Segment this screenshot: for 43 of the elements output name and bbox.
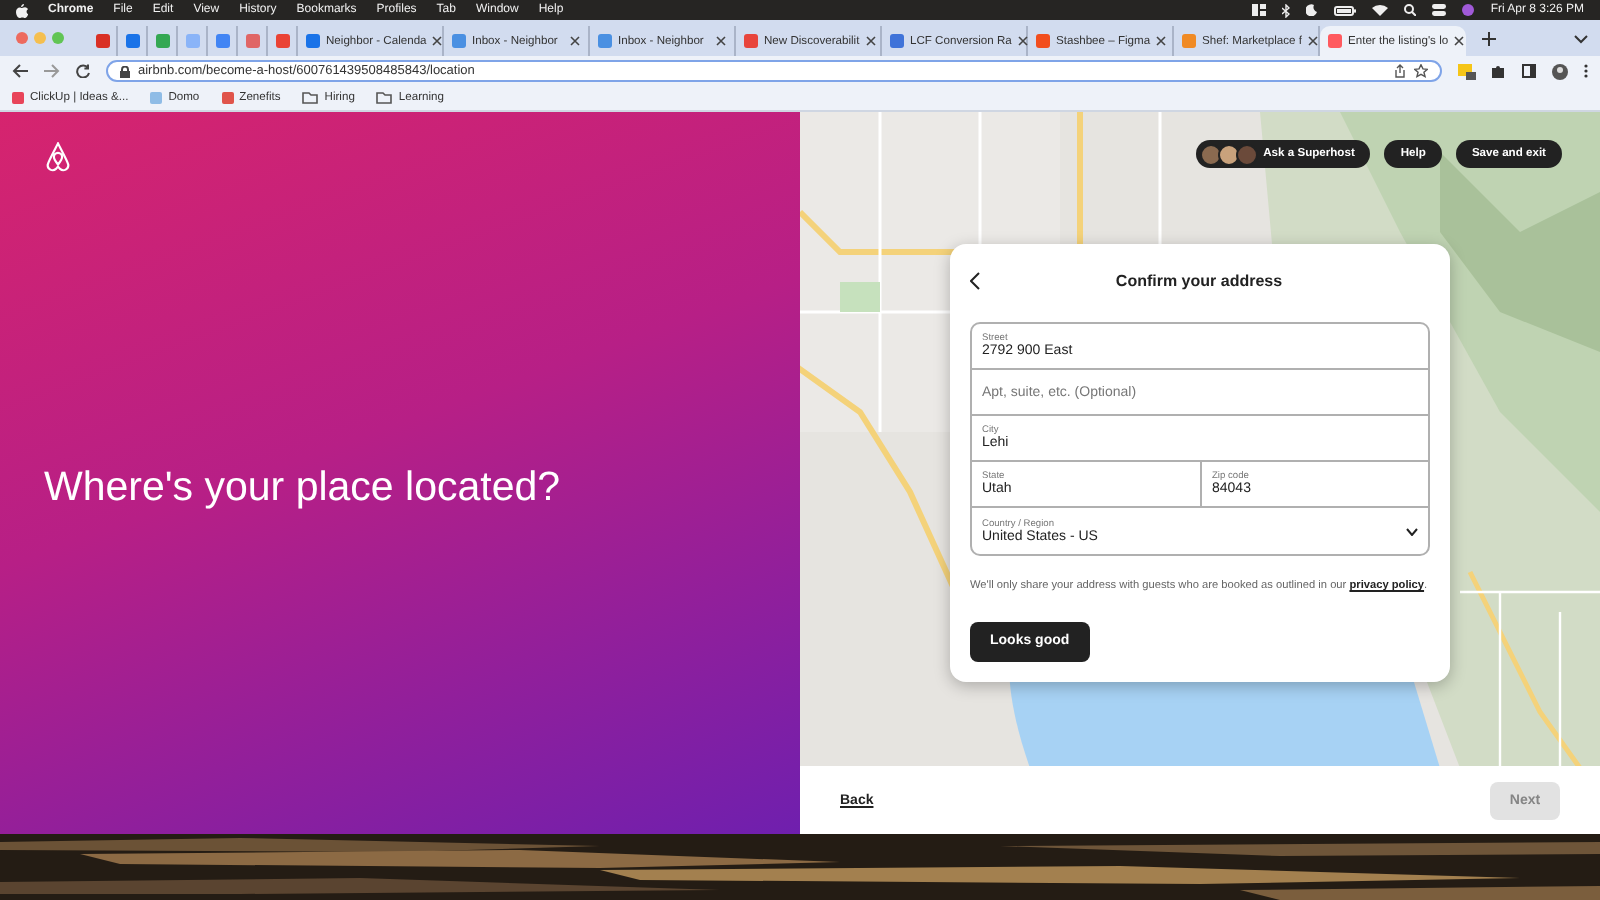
pinned-tab-icon[interactable] <box>125 34 139 48</box>
close-icon[interactable] <box>1454 36 1465 46</box>
page-heading: Where's your place located? <box>44 464 563 512</box>
new-tab-icon[interactable] <box>1482 31 1496 45</box>
site-icon <box>221 92 234 104</box>
star-icon[interactable] <box>1414 64 1428 78</box>
moon-icon[interactable] <box>1306 4 1319 16</box>
back-chevron-icon[interactable] <box>970 271 980 289</box>
lock-icon <box>120 65 130 77</box>
sidebar-icon[interactable] <box>1522 64 1536 78</box>
search-icon[interactable] <box>1404 4 1417 16</box>
apple-icon[interactable] <box>16 3 28 17</box>
pinned-tab-icon[interactable] <box>275 34 289 48</box>
card-title: Confirm your address <box>1113 271 1285 289</box>
forward-arrow-icon[interactable] <box>44 64 60 78</box>
close-icon[interactable] <box>1307 36 1318 46</box>
wifi-icon[interactable] <box>1372 4 1389 16</box>
close-icon[interactable] <box>716 36 726 46</box>
extension-icon[interactable] <box>1458 63 1476 79</box>
folder-icon <box>302 92 319 104</box>
site-icon <box>150 92 163 104</box>
logo-icon[interactable] <box>44 142 72 172</box>
pinned-tab-icon[interactable] <box>95 34 109 48</box>
folder-icon <box>376 92 393 104</box>
chevron-down-icon <box>1406 527 1418 535</box>
siri-icon[interactable] <box>1462 4 1475 16</box>
battery-icon[interactable] <box>1334 5 1357 15</box>
close-icon[interactable] <box>1156 36 1167 46</box>
grid-icon[interactable] <box>1252 4 1267 16</box>
chevron-down-icon[interactable] <box>1574 33 1588 43</box>
close-icon[interactable] <box>865 36 876 46</box>
close-icon[interactable] <box>432 36 443 46</box>
control-center-icon[interactable] <box>1432 4 1447 16</box>
close-icon[interactable] <box>570 36 580 46</box>
avatars-icon <box>1199 143 1254 165</box>
back-arrow-icon[interactable] <box>12 64 28 78</box>
site-icon <box>12 92 24 104</box>
pinned-tab-icon[interactable] <box>215 34 229 48</box>
bluetooth-icon[interactable] <box>1282 3 1291 17</box>
close-icon[interactable] <box>1017 36 1028 46</box>
share-icon[interactable] <box>1394 64 1406 78</box>
profile-avatar-icon[interactable] <box>1552 63 1568 79</box>
reload-icon[interactable] <box>76 64 90 78</box>
